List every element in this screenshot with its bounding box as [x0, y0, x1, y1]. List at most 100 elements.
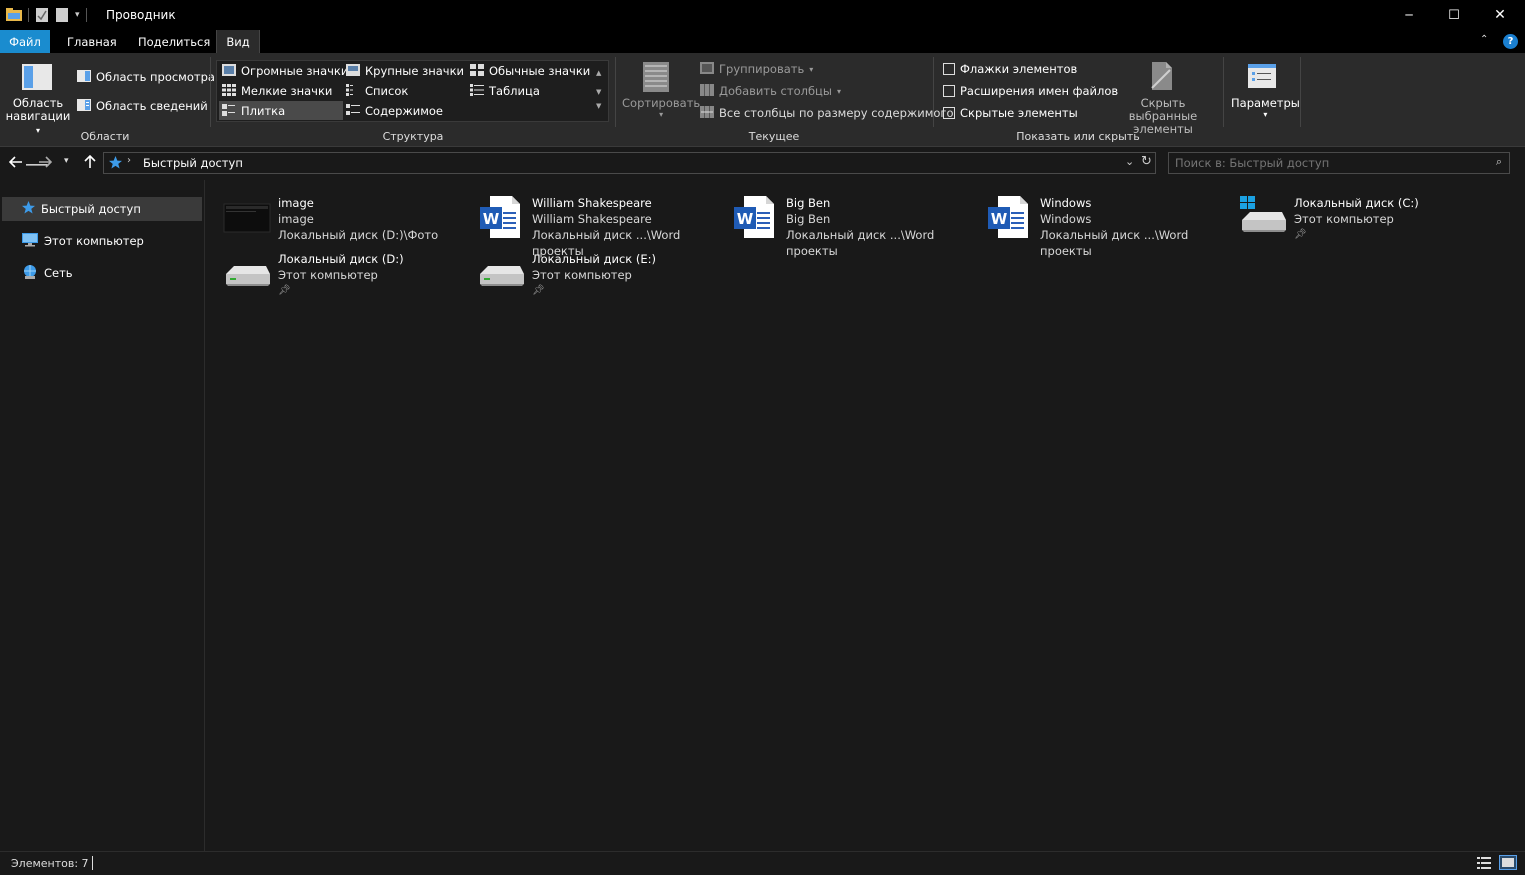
checkbox[interactable]	[943, 107, 955, 119]
customize-dropdown-icon[interactable]: ▾	[75, 10, 80, 20]
up-button[interactable]	[83, 154, 97, 172]
file-tile[interactable]: W Big Ben Big Ben Локальный диск ...\Word п…	[714, 186, 968, 258]
file-tile[interactable]: Локальный диск (E:) Этот компьютер 📌︎	[460, 242, 714, 298]
refresh-icon[interactable]: ↻	[1141, 154, 1152, 169]
window-title: Проводник	[106, 8, 176, 22]
minimize-icon: ─	[1405, 8, 1413, 22]
size-columns-button[interactable]: Все столбцы по размеру содержимого	[700, 106, 954, 120]
file-tile[interactable]: Локальный диск (D:) Этот компьютер 📌︎	[206, 242, 460, 298]
add-columns-icon	[700, 84, 714, 98]
hide-selected-icon[interactable]	[1150, 62, 1174, 90]
extra-large-icons-icon	[222, 64, 236, 78]
preview-pane-button[interactable]: Область просмотра	[77, 70, 215, 84]
group-divider	[1223, 57, 1224, 127]
navigation-pane-icon[interactable]	[22, 64, 52, 90]
details-icon	[470, 84, 484, 98]
address-history-chevron-icon[interactable]: ⌄	[1125, 155, 1134, 168]
layout-content[interactable]: Содержимое	[346, 104, 443, 118]
maximize-button[interactable]: ☐	[1431, 0, 1477, 30]
chevron-down-icon: ▾	[836, 86, 841, 96]
address-bar[interactable]	[103, 152, 1156, 174]
add-columns-label: Добавить столбцы	[719, 84, 832, 98]
search-box[interactable]: ⌕	[1168, 152, 1510, 174]
quick-access-toolbar: ▾	[6, 7, 87, 23]
checkbox[interactable]	[943, 63, 955, 75]
word-document-icon: W	[730, 196, 780, 238]
details-pane-icon	[77, 99, 91, 113]
forward-button[interactable]	[38, 155, 53, 172]
word-document-icon: W	[984, 196, 1034, 238]
tab-file[interactable]: Файл	[0, 30, 50, 53]
back-button[interactable]	[8, 155, 23, 172]
checkbox[interactable]	[943, 85, 955, 97]
group-by-label: Группировать	[719, 62, 805, 76]
sort-icon[interactable]	[643, 62, 669, 92]
file-extensions-toggle[interactable]: Расширения имен файлов	[943, 84, 1118, 98]
hidden-items-toggle[interactable]: Скрытые элементы	[943, 106, 1078, 120]
layout-small-icons[interactable]: Мелкие значки	[222, 84, 332, 98]
medium-icons-icon	[470, 64, 484, 78]
preview-pane-icon	[77, 70, 91, 84]
folder-icon[interactable]	[6, 8, 22, 22]
nav-item-quick-access[interactable]: Быстрый доступ	[2, 197, 202, 221]
sort-button[interactable]: Сортировать ▾	[622, 96, 700, 119]
title-bar: ▾ Проводник ─ ☐ ✕	[0, 0, 1525, 30]
details-view-icon[interactable]	[1477, 857, 1491, 872]
svg-text:W: W	[737, 210, 754, 228]
layout-more-icon[interactable]: ▼	[596, 102, 601, 110]
item-count: Элементов: 7	[11, 857, 89, 870]
collapse-ribbon-icon[interactable]: ⌃	[1480, 34, 1488, 45]
details-pane-button[interactable]: Область сведений	[77, 99, 208, 113]
minimize-button[interactable]: ─	[1386, 0, 1432, 30]
tile-name: Локальный диск (E:)	[532, 252, 656, 266]
file-tile[interactable]: image image Локальный диск (D:)\Фото	[206, 186, 460, 242]
layout-details[interactable]: Таблица	[470, 84, 540, 98]
file-tile[interactable]: Локальный диск (C:) Этот компьютер 📌︎	[1222, 186, 1476, 242]
layout-large-icons[interactable]: Крупные значки	[346, 64, 464, 78]
file-tile[interactable]: W William Shakespeare William Shakespeare Л…	[460, 186, 714, 258]
tiles-icon	[222, 104, 236, 118]
status-divider	[92, 856, 93, 870]
tab-home[interactable]: Главная	[55, 30, 129, 53]
breadcrumb-quick-access[interactable]: Быстрый доступ	[143, 156, 243, 170]
layout-medium-icons[interactable]: Обычные значки	[470, 64, 590, 78]
group-by-button[interactable]: Группировать ▾	[700, 62, 813, 76]
add-columns-button[interactable]: Добавить столбцы ▾	[700, 84, 841, 98]
size-columns-icon	[700, 106, 714, 120]
tab-view[interactable]: Вид	[216, 30, 260, 53]
scroll-up-icon[interactable]: ▲	[596, 64, 601, 83]
large-icons-view-icon[interactable]	[1499, 855, 1517, 870]
nav-item-this-pc[interactable]: Этот компьютер	[2, 229, 202, 253]
tile-location: Локальный диск (D:)\Фото	[278, 228, 439, 242]
layout-item-label: Содержимое	[365, 104, 444, 118]
recent-locations-chevron-icon[interactable]: ▾	[64, 156, 69, 166]
search-icon[interactable]: ⌕	[1496, 155, 1502, 169]
nav-item-network[interactable]: Сеть	[2, 261, 202, 285]
layout-item-label: Список	[365, 84, 409, 98]
item-checkboxes-toggle[interactable]: Флажки элементов	[943, 62, 1077, 76]
scroll-down-icon[interactable]: ▼	[596, 83, 601, 102]
tab-share[interactable]: Поделиться	[126, 30, 222, 53]
layout-scroll[interactable]: ▲ ▼ ▼	[596, 64, 601, 110]
breadcrumb-separator-icon[interactable]: ›	[127, 155, 131, 166]
tile-subtitle: image	[278, 212, 314, 226]
file-tile[interactable]: W Windows Windows Локальный диск ...\Word п…	[968, 186, 1222, 258]
show-hide-group-label: Показать или скрыть	[1016, 130, 1140, 143]
list-icon	[346, 84, 360, 98]
file-extensions-label: Расширения имен файлов	[960, 84, 1119, 98]
options-icon[interactable]	[1248, 64, 1276, 88]
new-folder-icon[interactable]	[55, 8, 69, 22]
layout-item-label: Огромные значки	[241, 64, 349, 78]
large-icons-icon	[346, 64, 360, 78]
layout-list[interactable]: Список	[346, 84, 408, 98]
drive-icon	[222, 252, 272, 294]
help-icon[interactable]: ?	[1503, 34, 1518, 49]
options-button[interactable]: Параметры ▾	[1231, 96, 1300, 119]
close-button[interactable]: ✕	[1477, 0, 1523, 30]
layout-tiles[interactable]: Плитка	[222, 104, 285, 118]
chevron-down-icon: ▾	[1263, 110, 1268, 119]
layout-extra-large-icons[interactable]: Огромные значки	[222, 64, 348, 78]
tile-name: William Shakespeare	[532, 196, 652, 210]
search-input[interactable]	[1175, 155, 1475, 171]
properties-icon[interactable]	[35, 8, 49, 22]
